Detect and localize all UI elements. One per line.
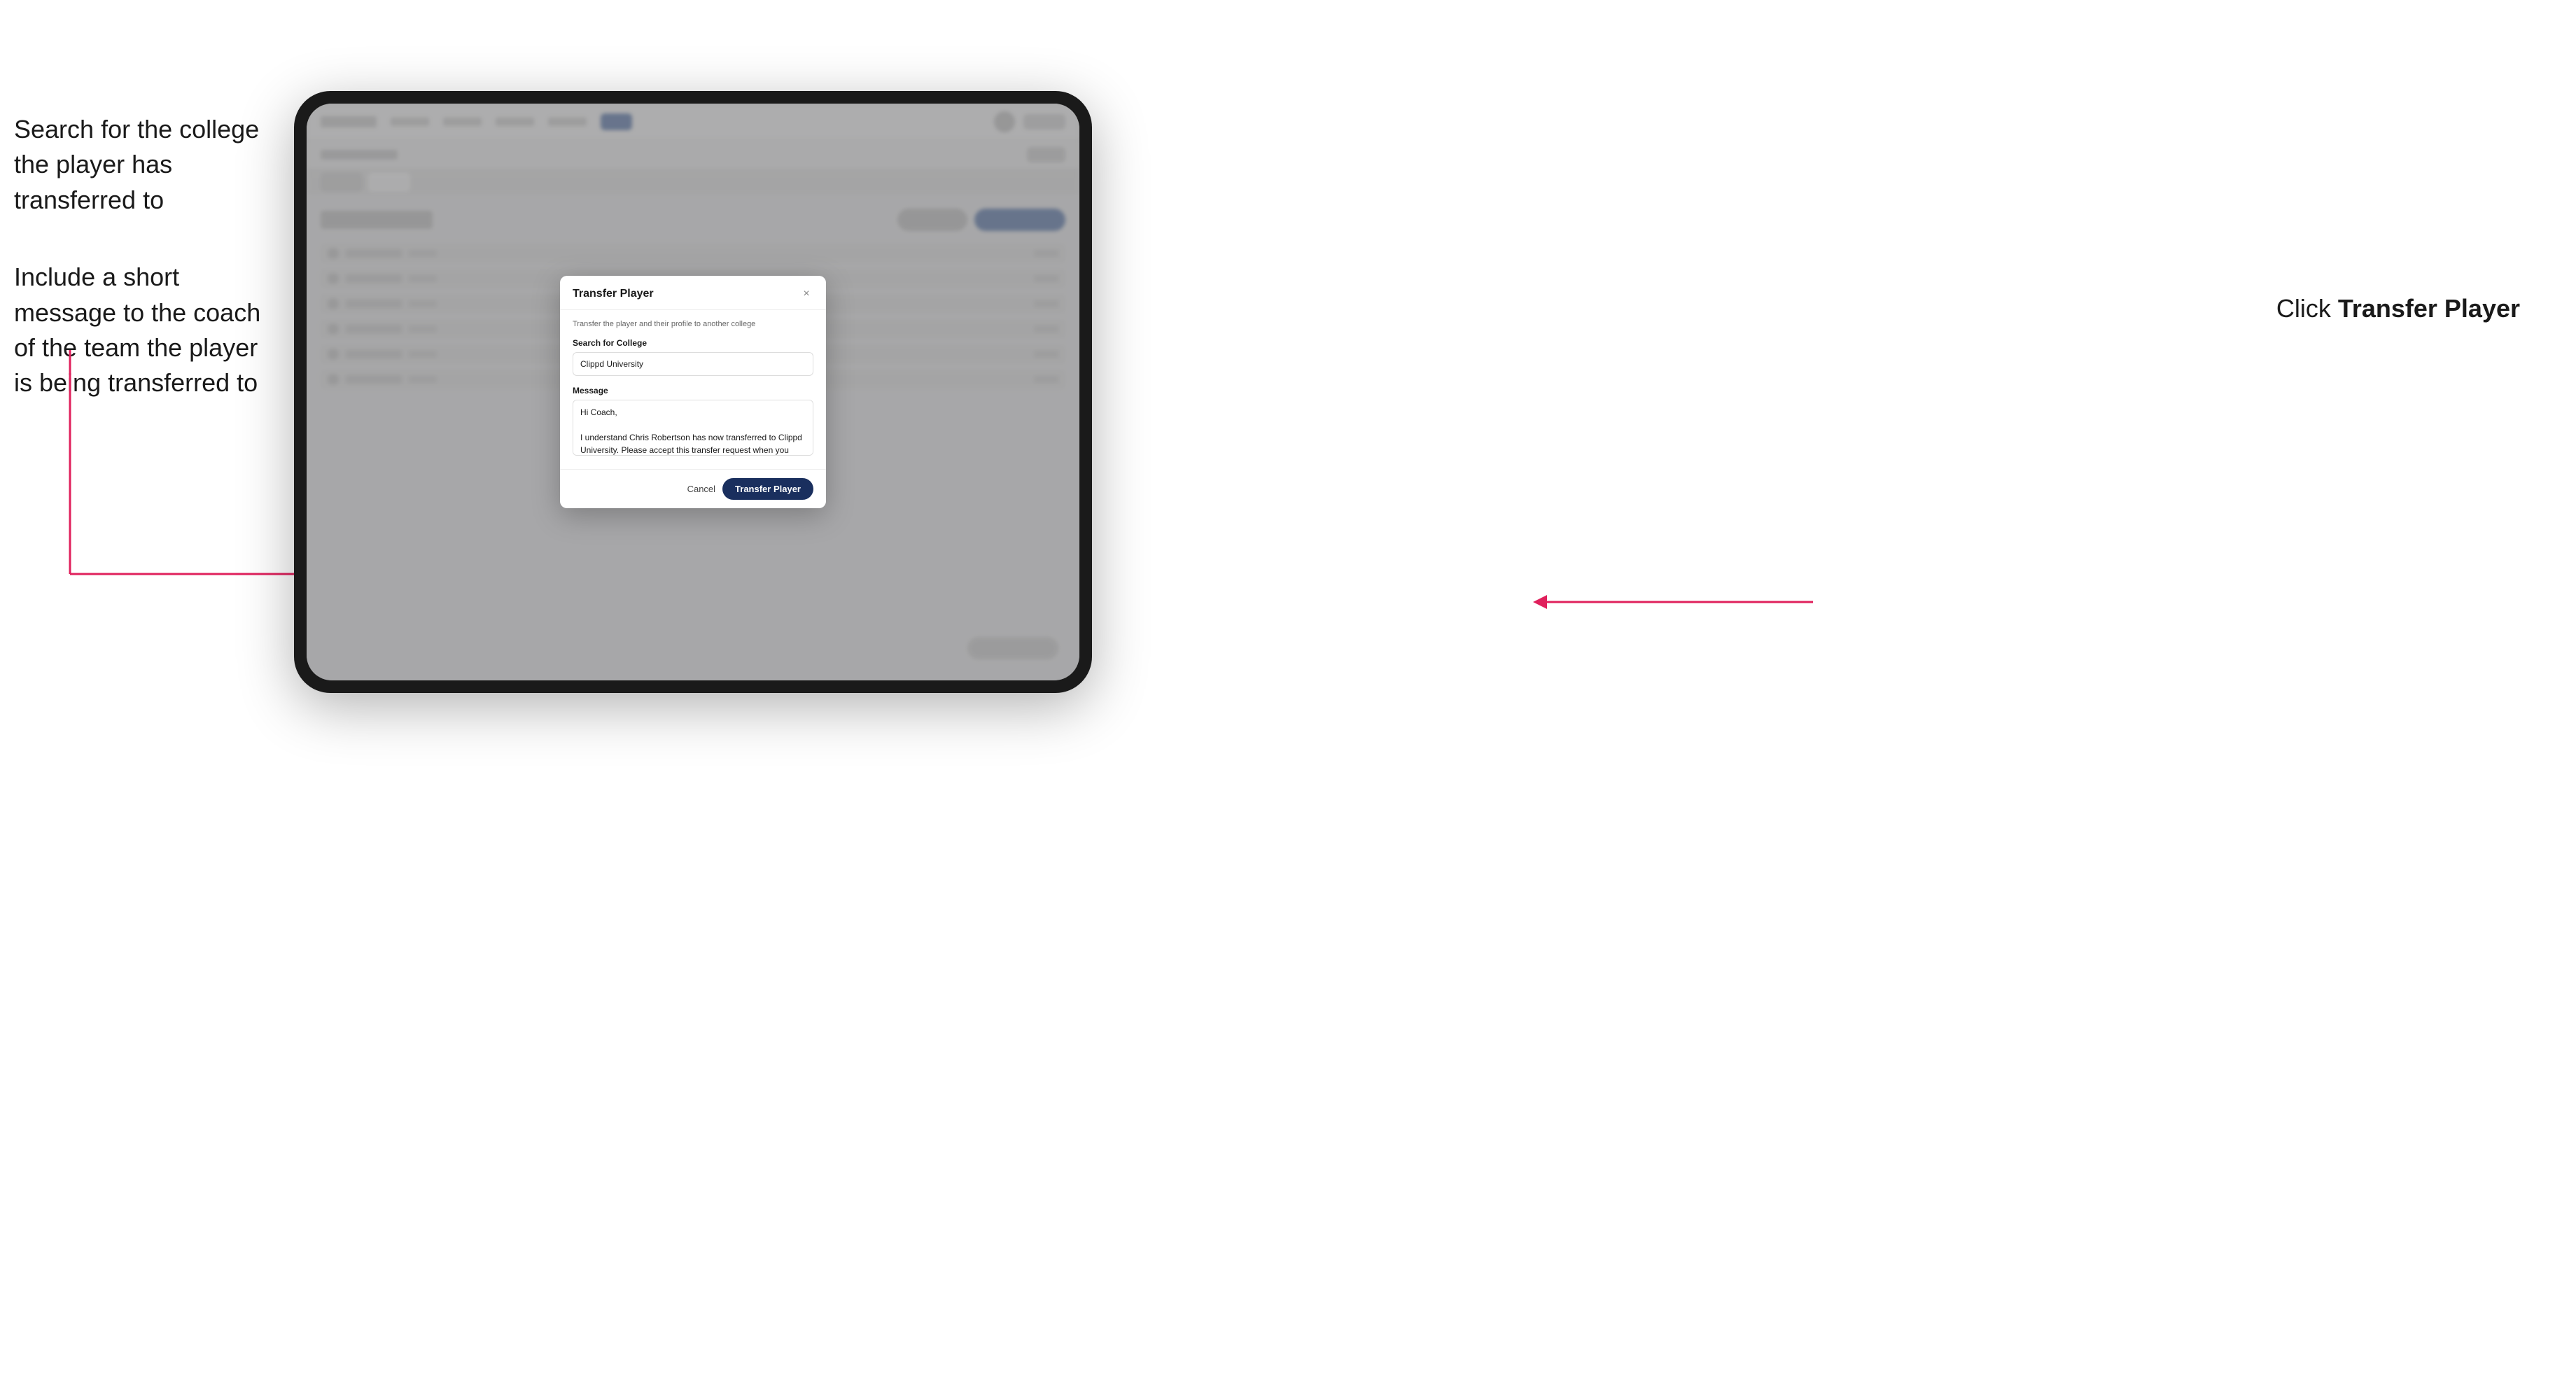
modal-body: Transfer the player and their profile to… (560, 310, 826, 469)
annotation-search-text: Search for the college the player has tr… (14, 112, 266, 218)
annotation-right: Click Transfer Player (2276, 294, 2520, 323)
message-label: Message (573, 386, 813, 396)
transfer-player-button[interactable]: Transfer Player (722, 478, 813, 500)
modal-overlay: Transfer Player × Transfer the player an… (307, 104, 1079, 680)
annotation-click-label: Click Transfer Player (2276, 294, 2520, 323)
message-textarea[interactable]: Hi Coach, I understand Chris Robertson h… (573, 400, 813, 456)
tablet-frame: Transfer Player × Transfer the player an… (294, 91, 1092, 693)
modal-close-button[interactable]: × (799, 287, 813, 301)
cancel-button[interactable]: Cancel (687, 484, 715, 494)
annotation-message-text: Include a short message to the coach of … (14, 260, 266, 401)
search-college-label: Search for College (573, 338, 813, 348)
modal-title: Transfer Player (573, 288, 654, 300)
modal-description: Transfer the player and their profile to… (573, 320, 813, 328)
search-college-input[interactable] (573, 352, 813, 376)
annotation-left: Search for the college the player has tr… (14, 112, 266, 443)
modal-header: Transfer Player × (560, 276, 826, 310)
tablet-screen: Transfer Player × Transfer the player an… (307, 104, 1079, 680)
transfer-player-modal: Transfer Player × Transfer the player an… (560, 276, 826, 508)
modal-footer: Cancel Transfer Player (560, 469, 826, 508)
